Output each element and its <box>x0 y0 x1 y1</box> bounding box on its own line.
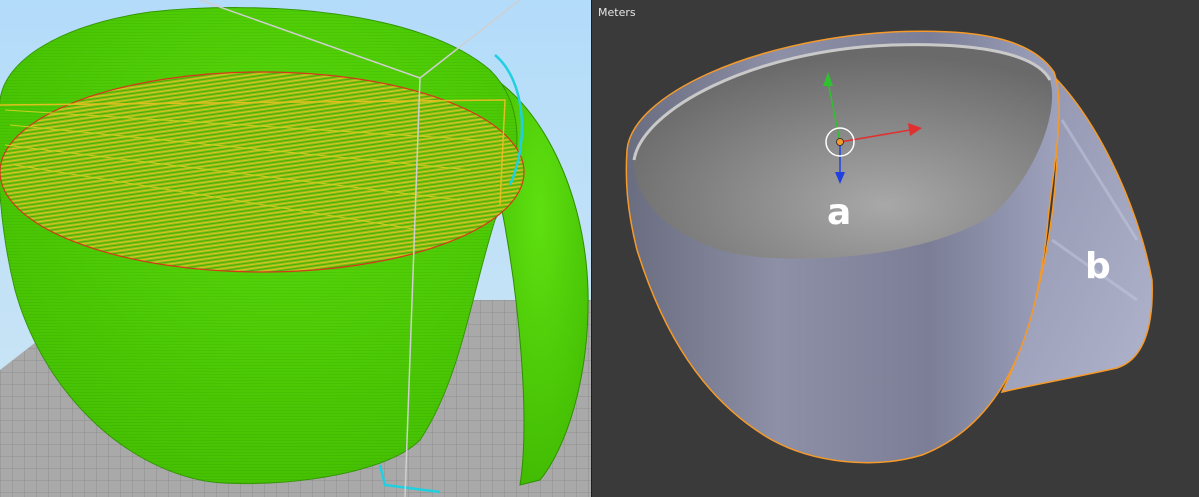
annotation-b: b <box>1085 246 1111 287</box>
slicer-scene <box>0 0 591 497</box>
units-label: Meters <box>598 6 636 19</box>
slicer-viewport[interactable] <box>0 0 591 497</box>
blender-viewport[interactable]: Meters a b <box>592 0 1199 497</box>
object-origin <box>836 138 844 146</box>
annotation-a: a <box>827 192 852 233</box>
